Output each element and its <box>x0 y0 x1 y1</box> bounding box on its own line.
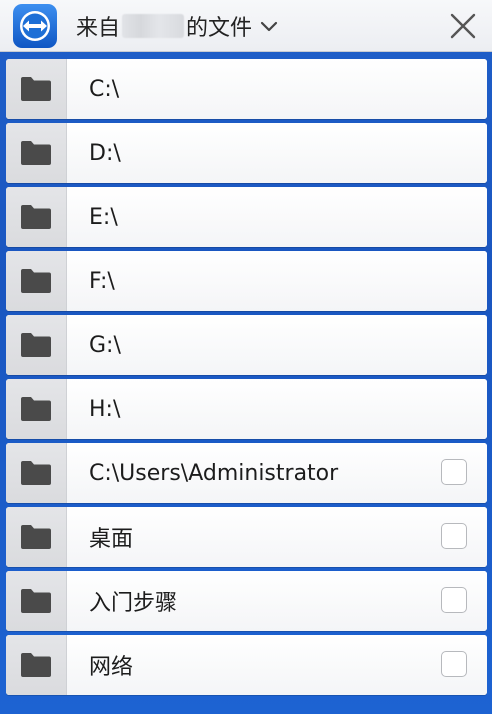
folder-icon <box>21 461 51 485</box>
file-list: C:\ D:\ E:\ F:\ G:\ H:\ C:\Users\Adminis… <box>6 59 487 699</box>
item-label: G:\ <box>89 332 121 358</box>
chevron-down-icon <box>260 21 278 32</box>
folder-icon <box>21 77 51 101</box>
list-item[interactable]: 入门步骤 <box>6 571 487 631</box>
item-label: 桌面 <box>89 527 134 552</box>
item-label: C:\ <box>89 76 120 102</box>
redacted-name <box>122 14 185 38</box>
item-label: F:\ <box>89 268 115 294</box>
folder-icon <box>21 397 51 421</box>
title-bar: 来自 的文件 <box>0 0 492 52</box>
item-label: 入门步骤 <box>89 591 178 616</box>
folder-icon <box>21 589 51 613</box>
item-checkbox[interactable] <box>441 523 467 549</box>
folder-icon <box>21 205 51 229</box>
folder-icon <box>21 269 51 293</box>
item-label: 网络 <box>89 655 134 680</box>
list-item[interactable]: D:\ <box>6 123 487 183</box>
title-suffix: 的文件 <box>186 16 253 41</box>
item-label: C:\Users\Administrator <box>89 460 339 486</box>
title-prefix: 来自 <box>76 16 121 41</box>
teamviewer-logo-icon <box>13 4 57 48</box>
item-label: E:\ <box>89 204 118 230</box>
list-item[interactable]: H:\ <box>6 379 487 439</box>
list-item[interactable]: E:\ <box>6 187 487 247</box>
item-label: D:\ <box>89 140 121 166</box>
item-checkbox[interactable] <box>441 651 467 677</box>
list-item[interactable]: F:\ <box>6 251 487 311</box>
title-dropdown[interactable]: 来自 的文件 <box>76 0 280 52</box>
list-item[interactable]: G:\ <box>6 315 487 375</box>
folder-icon <box>21 525 51 549</box>
list-item[interactable]: 桌面 <box>6 507 487 567</box>
list-item[interactable]: C:\Users\Administrator <box>6 443 487 503</box>
item-label: H:\ <box>89 396 121 422</box>
folder-icon <box>21 333 51 357</box>
close-icon[interactable] <box>448 11 478 41</box>
folder-icon <box>21 141 51 165</box>
folder-icon <box>21 653 51 677</box>
list-item[interactable]: 网络 <box>6 635 487 695</box>
list-item[interactable]: C:\ <box>6 59 487 119</box>
item-checkbox[interactable] <box>441 587 467 613</box>
item-checkbox[interactable] <box>441 459 467 485</box>
